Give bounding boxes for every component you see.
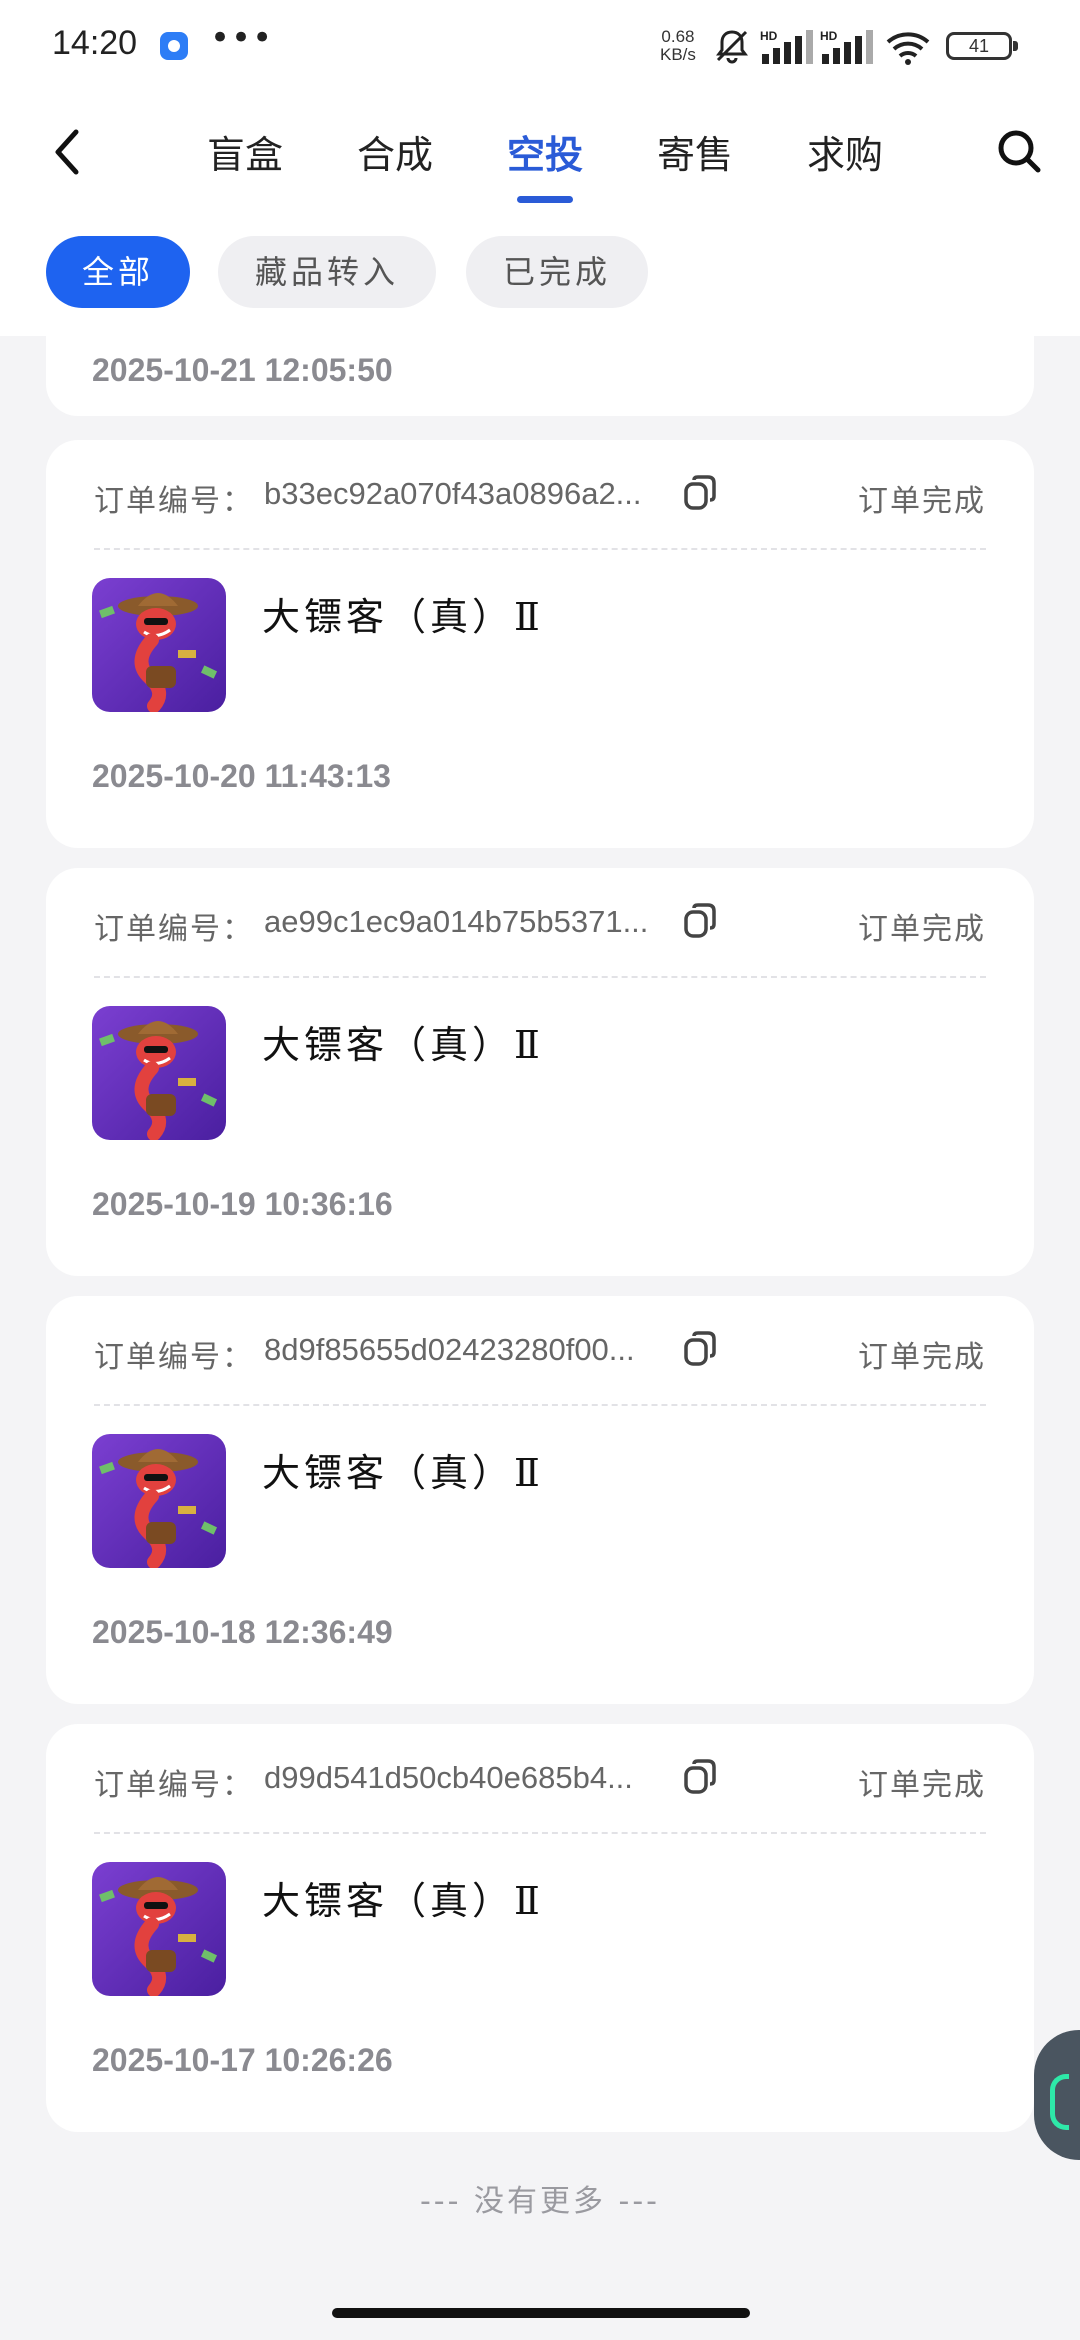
search-button[interactable] (992, 124, 1048, 180)
network-speed: 0.68 KB/s (660, 28, 696, 64)
tab-synthesis[interactable]: 合成 (320, 96, 470, 179)
order-date: 2025-10-19 10:36:16 (92, 1186, 393, 1222)
more-notifications-icon: ••• (210, 18, 274, 58)
order-date: 2025-10-21 12:05:50 (92, 352, 393, 388)
wifi-icon (886, 32, 930, 65)
order-number-label: 订单编号： (94, 1768, 254, 1803)
collectible-thumbnail[interactable] (92, 578, 226, 712)
card-divider (94, 976, 986, 978)
tab-blind-box[interactable]: 盲盒 (170, 96, 320, 179)
order-number: ae99c1ec9a014b75b5371... (264, 904, 649, 939)
order-number-label: 订单编号： (94, 484, 254, 519)
order-card[interactable]: 2025-10-21 12:05:50 (46, 336, 1034, 416)
copy-icon[interactable] (682, 1330, 718, 1368)
app-notification-icon (160, 32, 188, 60)
status-bar: 14:20 ••• 0.68 KB/s HD HD 41 (0, 0, 1080, 96)
collectible-thumbnail[interactable] (92, 1862, 226, 1996)
header: 14:20 ••• 0.68 KB/s HD HD 41 盲盒 合成 空投 寄售… (0, 0, 1080, 336)
list-end-text: --- 没有更多 --- (419, 2184, 661, 2219)
collectible-name: 大镖客（真）Ⅱ (262, 595, 544, 639)
copy-icon[interactable] (682, 902, 718, 940)
signal-icon: HD (820, 29, 873, 64)
order-date: 2025-10-18 12:36:49 (92, 1614, 393, 1650)
status-time: 14:20 (52, 24, 138, 62)
cowboy-snake-image (92, 1006, 226, 1140)
order-number-label: 订单编号： (94, 1340, 254, 1375)
filter-transfer-in[interactable]: 藏品转入 (218, 236, 436, 308)
mute-icon (716, 30, 748, 64)
category-tabs: 盲盒 合成 空投 寄售 求购 (170, 96, 920, 236)
network-speed-unit: KB/s (660, 45, 696, 64)
collectible-name: 大镖客（真）Ⅱ (262, 1879, 544, 1923)
order-status: 订单完成 (858, 484, 986, 519)
battery-icon: 41 (946, 32, 1018, 60)
card-divider (94, 1404, 986, 1406)
signal-icon: HD (760, 29, 813, 64)
cowboy-snake-image (92, 1862, 226, 1996)
collectible-thumbnail[interactable] (92, 1434, 226, 1568)
cowboy-snake-image (92, 578, 226, 712)
collectible-name: 大镖客（真）Ⅱ (262, 1023, 544, 1067)
order-date: 2025-10-17 10:26:26 (92, 2042, 393, 2078)
back-arrow-icon (55, 129, 79, 175)
signal-hd-label: HD (820, 29, 838, 43)
home-indicator[interactable] (332, 2308, 750, 2318)
order-number: b33ec92a070f43a0896a2... (264, 476, 642, 511)
top-navigation: 盲盒 合成 空投 寄售 求购 (0, 96, 1080, 236)
order-number: 8d9f85655d02423280f00... (264, 1332, 635, 1367)
order-number-label: 订单编号： (94, 912, 254, 947)
order-number: d99d541d50cb40e685b4... (264, 1760, 633, 1795)
tab-consignment[interactable]: 寄售 (620, 96, 770, 179)
copy-icon[interactable] (682, 1758, 718, 1796)
card-divider (94, 548, 986, 550)
back-button[interactable] (46, 124, 86, 180)
order-date: 2025-10-20 11:43:13 (92, 758, 391, 794)
card-divider (94, 1832, 986, 1834)
order-card[interactable]: 订单编号： ae99c1ec9a014b75b5371... 订单完成 大镖客（… (46, 868, 1034, 1276)
order-card[interactable]: 订单编号： d99d541d50cb40e685b4... 订单完成 大镖客（真… (46, 1724, 1034, 2132)
filter-all[interactable]: 全部 (46, 236, 190, 308)
tab-wanted[interactable]: 求购 (770, 96, 920, 179)
order-status: 订单完成 (858, 912, 986, 947)
tab-airdrop[interactable]: 空投 (470, 96, 620, 179)
order-list[interactable]: 2025-10-21 12:05:50 订单编号： b33ec92a070f43… (0, 336, 1080, 2340)
order-status: 订单完成 (858, 1768, 986, 1803)
order-card[interactable]: 订单编号： 8d9f85655d02423280f00... 订单完成 大镖客（… (46, 1296, 1034, 1704)
filter-chips: 全部 藏品转入 已完成 (0, 236, 1080, 336)
collectible-thumbnail[interactable] (92, 1006, 226, 1140)
signal-hd-label: HD (760, 29, 778, 43)
order-status: 订单完成 (858, 1340, 986, 1375)
collectible-name: 大镖客（真）Ⅱ (262, 1451, 544, 1495)
search-icon (998, 130, 1041, 173)
order-card[interactable]: 订单编号： b33ec92a070f43a0896a2... 订单完成 大镖客（… (46, 440, 1034, 848)
network-speed-value: 0.68 (661, 27, 695, 46)
cowboy-snake-image (92, 1434, 226, 1568)
filter-completed[interactable]: 已完成 (466, 236, 648, 308)
copy-icon[interactable] (682, 474, 718, 512)
